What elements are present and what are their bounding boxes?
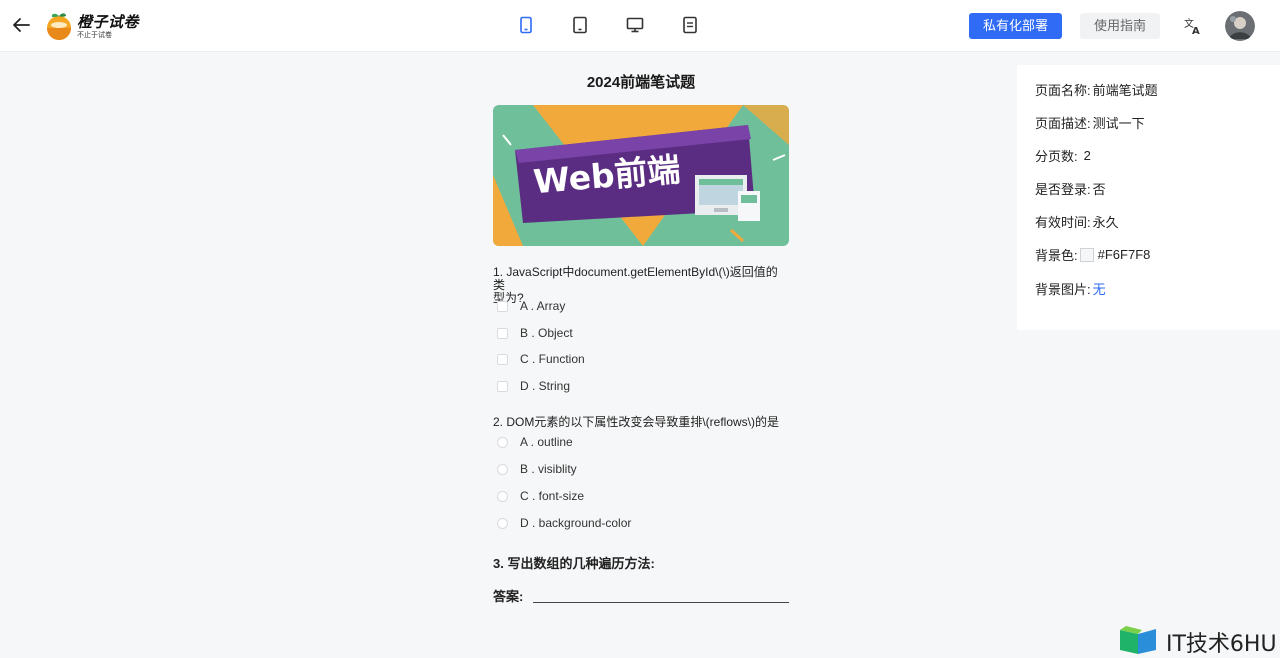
mobile-icon bbox=[520, 16, 532, 34]
color-swatch[interactable] bbox=[1079, 247, 1094, 262]
answer-input[interactable] bbox=[533, 587, 789, 603]
bg-color-label: 背景色: bbox=[1035, 248, 1078, 263]
radio-button[interactable] bbox=[497, 436, 508, 448]
option-label: A . Array bbox=[520, 299, 566, 313]
answer-label: 答案: bbox=[493, 589, 524, 604]
option-label: B . visiblity bbox=[520, 462, 577, 476]
translate-icon[interactable]: 文 A bbox=[1183, 16, 1203, 37]
logo[interactable]: 橙子试卷 不止于试卷 bbox=[45, 10, 145, 42]
top-header: 橙子试卷 不止于试卷 私有化部署 使用指南 文 A bbox=[0, 0, 1280, 52]
page-settings-panel: 页面名称: 前端笔试题 页面描述: 测试一下 分页数: 2 是否登录: 否 有效… bbox=[1017, 65, 1280, 330]
mobile-view-button[interactable] bbox=[516, 15, 536, 35]
user-guide-button[interactable]: 使用指南 bbox=[1080, 13, 1160, 39]
option-label: D . background-color bbox=[520, 516, 632, 530]
checkbox[interactable] bbox=[497, 327, 508, 339]
paper-preview: 2024前端笔试题 Web前端 1. JavaScript中document.g… bbox=[478, 55, 804, 625]
bg-color-value: #F6F7F8 bbox=[1097, 247, 1151, 262]
question-2-option-a[interactable]: A . outline bbox=[497, 434, 573, 450]
tablet-icon bbox=[573, 16, 587, 34]
page-desc-label: 页面描述: bbox=[1035, 116, 1091, 131]
page-count-value: 2 bbox=[1083, 148, 1091, 163]
login-label: 是否登录: bbox=[1035, 182, 1091, 197]
question-2-option-b[interactable]: B . visiblity bbox=[497, 461, 577, 477]
bg-color-row: 背景色: #F6F7F8 bbox=[1035, 245, 1150, 264]
desktop-view-button[interactable] bbox=[625, 15, 645, 35]
page-name-label: 页面名称: bbox=[1035, 83, 1091, 98]
page-icon bbox=[683, 16, 697, 34]
question-1-option-c[interactable]: C . Function bbox=[497, 351, 585, 367]
question-1-title-line1: 1. JavaScript中document.getElementById\(\… bbox=[493, 265, 778, 292]
logo-title: 橙子试卷 bbox=[77, 14, 140, 31]
option-label: B . Object bbox=[520, 326, 573, 340]
page-view-button[interactable] bbox=[680, 15, 700, 35]
tablet-view-button[interactable] bbox=[570, 15, 590, 35]
valid-time-row: 有效时间: 永久 bbox=[1035, 212, 1119, 231]
radio-button[interactable] bbox=[497, 463, 508, 475]
user-avatar[interactable] bbox=[1225, 11, 1255, 41]
question-1-option-a[interactable]: A . Array bbox=[497, 298, 565, 314]
checkbox[interactable] bbox=[497, 353, 508, 365]
login-row: 是否登录: 否 bbox=[1035, 179, 1106, 198]
page-count-row: 分页数: 2 bbox=[1035, 146, 1091, 165]
option-label: D . String bbox=[520, 379, 571, 393]
bg-image-label: 背景图片: bbox=[1035, 282, 1091, 297]
watermark-text: IT技术6HU bbox=[1166, 632, 1277, 657]
book-logo-icon bbox=[1120, 626, 1156, 654]
web-frontend-banner-image: Web前端 bbox=[493, 105, 789, 246]
page-desc-row: 页面描述: 测试一下 bbox=[1035, 113, 1145, 132]
question-2-option-d[interactable]: D . background-color bbox=[497, 515, 631, 531]
option-label: C . Function bbox=[520, 352, 585, 366]
private-deploy-button[interactable]: 私有化部署 bbox=[969, 13, 1062, 39]
option-label: A . outline bbox=[520, 435, 573, 449]
page-name-row: 页面名称: 前端笔试题 bbox=[1035, 80, 1158, 99]
question-1-option-b[interactable]: B . Object bbox=[497, 325, 573, 341]
question-1-option-d[interactable]: D . String bbox=[497, 378, 570, 394]
watermark: IT技术6HU bbox=[1118, 624, 1278, 657]
option-label: C . font-size bbox=[520, 489, 585, 503]
svg-text:A: A bbox=[1192, 26, 1200, 36]
valid-time-label: 有效时间: bbox=[1035, 215, 1091, 230]
back-arrow-icon[interactable] bbox=[10, 14, 32, 36]
page-count-label: 分页数: bbox=[1035, 149, 1078, 164]
radio-button[interactable] bbox=[497, 490, 508, 502]
question-2-option-c[interactable]: C . font-size bbox=[497, 488, 584, 504]
checkbox[interactable] bbox=[497, 380, 508, 392]
logo-subtitle: 不止于试卷 bbox=[77, 32, 112, 39]
orange-logo-icon bbox=[47, 13, 71, 40]
question-3-title: 3. 写出数组的几种遍历方法: bbox=[493, 556, 655, 571]
paper-title: 2024前端笔试题 bbox=[586, 74, 696, 91]
desktop-icon bbox=[626, 17, 644, 33]
bg-image-value-link[interactable]: 无 bbox=[1093, 279, 1106, 298]
question-2-title: 2. DOM元素的以下属性改变会导致重排\(reflows\)的是 bbox=[493, 415, 780, 429]
page-name-value: 前端笔试题 bbox=[1092, 83, 1158, 98]
bg-image-row: 背景图片: 无 bbox=[1035, 279, 1106, 298]
login-value: 否 bbox=[1092, 182, 1106, 197]
radio-button[interactable] bbox=[497, 517, 508, 529]
valid-time-value: 永久 bbox=[1092, 215, 1119, 230]
checkbox[interactable] bbox=[497, 300, 508, 312]
page-desc-value: 测试一下 bbox=[1092, 116, 1145, 131]
